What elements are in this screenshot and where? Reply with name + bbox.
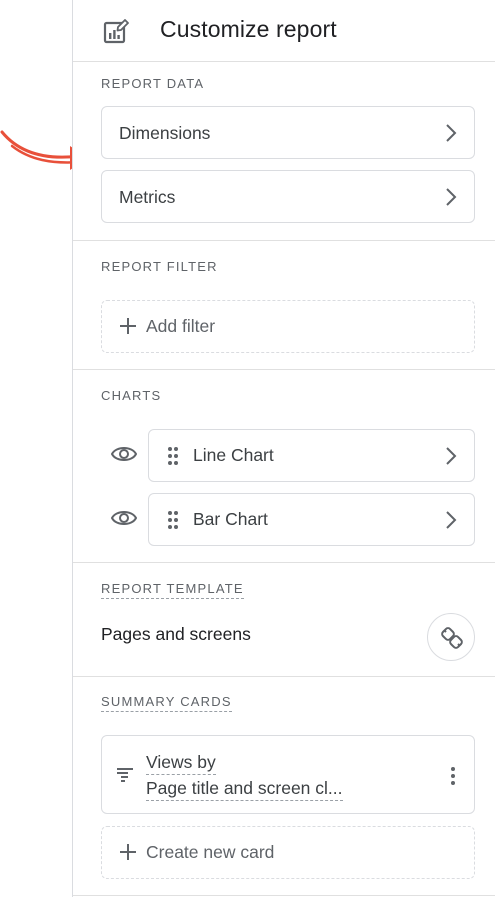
report-template-label[interactable]: REPORT TEMPLATE [101,581,244,599]
line-chart-label: Line Chart [193,445,274,465]
drag-handle-icon[interactable] [167,446,179,471]
dimensions-label: Dimensions [119,123,211,143]
report-filter-label: REPORT FILTER [101,259,218,274]
create-new-card-button[interactable]: Create new card [101,826,475,879]
chevron-right-icon [444,187,458,212]
eye-icon[interactable] [110,507,138,534]
chevron-right-icon [444,123,458,148]
summary-card-dimension[interactable]: Page title and screen cl... [146,778,343,801]
section-divider [73,369,495,370]
report-data-label: REPORT DATA [101,76,205,91]
plus-icon [118,842,138,867]
plus-icon [118,316,138,341]
section-divider [73,562,495,563]
summary-cards-label[interactable]: SUMMARY CARDS [101,694,232,712]
metrics-label: Metrics [119,187,176,207]
charts-label: CHARTS [101,388,162,403]
summary-card-item[interactable]: Views by Page title and screen cl... [101,735,475,814]
report-edit-icon [103,18,129,49]
bar-chart-item[interactable]: Bar Chart [148,493,475,546]
more-vert-icon[interactable] [450,766,456,791]
add-filter-button[interactable]: Add filter [101,300,475,353]
unlink-template-button[interactable] [427,613,475,661]
add-filter-label: Add filter [146,316,216,336]
section-divider [73,676,495,677]
drag-handle-icon[interactable] [167,510,179,535]
customize-report-panel: Customize report REPORT DATA Dimensions … [72,0,495,897]
report-template-value: Pages and screens [101,624,251,644]
panel-header: Customize report [73,0,495,62]
section-divider [73,895,495,896]
section-divider [73,240,495,241]
metrics-button[interactable]: Metrics [101,170,475,223]
chevron-right-icon [444,510,458,535]
eye-icon[interactable] [110,443,138,470]
line-chart-item[interactable]: Line Chart [148,429,475,482]
bar-chart-label: Bar Chart [193,509,268,529]
panel-title: Customize report [160,16,337,42]
chevron-right-icon [444,446,458,471]
summary-card-metric[interactable]: Views by [146,752,216,775]
create-new-card-label: Create new card [146,842,275,862]
dimensions-button[interactable]: Dimensions [101,106,475,159]
summary-card-icon [116,766,134,789]
